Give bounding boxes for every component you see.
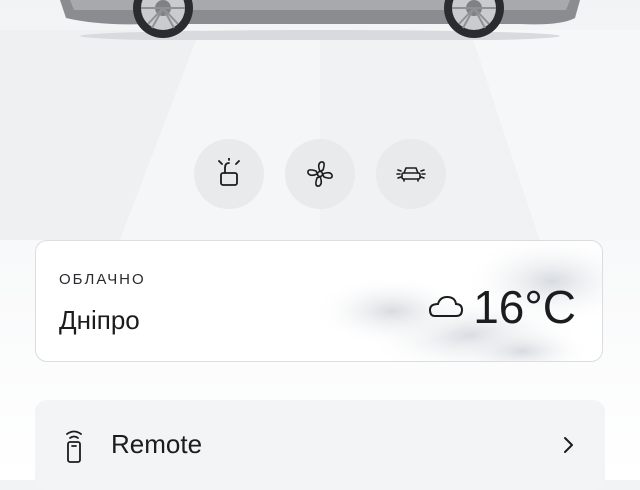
lights-button[interactable] [376, 139, 446, 209]
remote-key-icon [66, 430, 82, 463]
remote-row[interactable]: Remote [35, 400, 605, 490]
unlock-button[interactable] [194, 139, 264, 209]
weather-card[interactable]: ОБЛАЧНО Дніпро 16°C [35, 240, 603, 362]
car-lights-icon [396, 167, 426, 182]
fan-icon [307, 161, 333, 187]
weather-city: Дніпро [59, 305, 140, 335]
weather-condition: ОБЛАЧНО [59, 271, 146, 288]
remote-label: Remote [111, 429, 203, 459]
cloud-icon [429, 295, 464, 317]
temperature-value: 16°C [473, 281, 576, 333]
weather-temperature-row: 16°C [425, 280, 576, 334]
unlock-icon [218, 158, 240, 186]
climate-button[interactable] [285, 139, 355, 209]
quick-actions [0, 139, 640, 209]
chevron-right-icon [564, 437, 573, 453]
car-image [60, 0, 580, 40]
